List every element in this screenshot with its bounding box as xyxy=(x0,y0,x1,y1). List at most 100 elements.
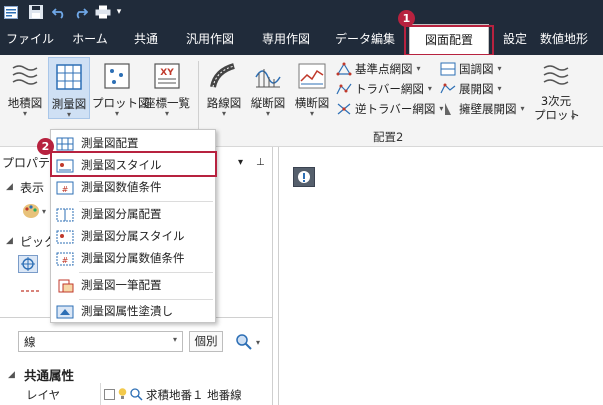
display-expander-icon[interactable]: ◢ xyxy=(6,182,13,192)
traverse-net-button[interactable]: トラバー網図 ▾ xyxy=(336,79,432,99)
menu-item-label: 測量図分属数値条件 xyxy=(81,251,185,265)
tab-file[interactable]: ファイル xyxy=(4,24,56,55)
display-section-label: 表示 xyxy=(20,181,45,195)
lot-map-button[interactable]: 地積図 ▾ xyxy=(4,57,46,119)
layer-type-select-value: 線 xyxy=(24,335,36,349)
survey-map-icon xyxy=(56,64,82,93)
survey-split-numeric-icon: # xyxy=(56,251,74,266)
palette-dropdown-icon[interactable]: ▾ xyxy=(42,207,46,216)
pin-icon[interactable]: ⊥ xyxy=(256,153,265,173)
tab-numeric-terrain[interactable]: 数値地形 xyxy=(540,24,603,55)
development-icon xyxy=(440,82,456,96)
callout-badge-2: 2 xyxy=(37,138,54,155)
menu-item-label: 測量図分属スタイル xyxy=(81,229,185,243)
drawing-canvas[interactable] xyxy=(278,147,603,405)
traverse-net-label: トラバー網図 xyxy=(355,82,424,96)
menu-item-label: 測量図属性塗潰し xyxy=(81,304,173,318)
common-attr-expander-icon[interactable]: ◢ xyxy=(8,370,15,380)
panel-menu-icon[interactable]: ▾ xyxy=(238,153,243,173)
survey-layout-icon xyxy=(56,136,74,151)
common-attr-header: 共通属性 xyxy=(24,368,75,383)
national-survey-icon xyxy=(440,62,456,76)
coord-list-icon-text: XY xyxy=(160,68,174,78)
plot-map-icon xyxy=(104,63,130,92)
survey-split-layout-icon xyxy=(56,207,74,222)
layer-search-icon[interactable] xyxy=(130,388,143,404)
ribbon-group-label: 配置2 xyxy=(373,130,404,144)
pick-tool-icon[interactable] xyxy=(18,255,38,273)
tab-common[interactable]: 共通 xyxy=(124,24,168,55)
national-survey-label: 国調図 xyxy=(459,62,494,76)
svg-text:#: # xyxy=(62,256,69,265)
development-button[interactable]: 展開図 ▾ xyxy=(440,79,502,99)
reverse-traverse-net-label: 逆トラバー網図 xyxy=(355,102,436,116)
reverse-traverse-net-icon xyxy=(336,102,352,116)
benchmark-net-button[interactable]: 基準点網図 ▾ xyxy=(336,59,421,79)
traverse-net-icon xyxy=(336,82,352,96)
traverse-net-dropdown-icon: ▾ xyxy=(427,84,432,93)
development-label: 展開図 xyxy=(459,82,494,96)
callout-highlight-menu-item xyxy=(50,151,217,177)
redo-icon[interactable] xyxy=(72,4,88,20)
plot3d-button[interactable]: 3次元 プロット xyxy=(534,57,580,122)
tab-settings[interactable]: 設定 xyxy=(496,24,534,55)
menu-item-label: 測量図数値条件 xyxy=(81,180,162,194)
benchmark-net-dropdown-icon: ▾ xyxy=(416,64,421,73)
callout-highlight-tab xyxy=(404,25,494,56)
print-icon[interactable] xyxy=(94,4,112,20)
layer-visibility-checkbox[interactable] xyxy=(104,389,115,400)
individual-button[interactable]: 個別 xyxy=(189,331,223,352)
menu-item-survey-split-style[interactable]: 測量図分属スタイル xyxy=(51,225,215,247)
app-icon xyxy=(3,4,19,20)
info-icon[interactable] xyxy=(293,167,315,187)
layer-type-select-arrow-icon: ▾ xyxy=(172,335,177,344)
profile-map-button[interactable]: 縦断図 ▾ xyxy=(247,57,289,119)
national-survey-dropdown-icon: ▾ xyxy=(497,64,502,73)
retaining-wall-button[interactable]: 擁壁展開図 ▾ xyxy=(440,99,525,119)
tab-home[interactable]: ホーム xyxy=(64,24,116,55)
menu-item-survey-split-numeric[interactable]: # 測量図分属数値条件 xyxy=(51,247,215,269)
cross-map-dropdown-icon: ▾ xyxy=(309,109,314,118)
survey-map-dropdown-icon: ▾ xyxy=(66,110,71,119)
development-dropdown-icon: ▾ xyxy=(497,84,502,93)
save-icon[interactable] xyxy=(28,4,44,20)
palette-icon[interactable] xyxy=(22,203,40,222)
plot-map-button[interactable]: プロット図 ▾ xyxy=(92,57,150,119)
search-settings-dropdown-icon[interactable]: ▾ xyxy=(256,338,260,347)
reverse-traverse-net-button[interactable]: 逆トラバー網図 ▾ xyxy=(336,99,443,119)
undo-icon[interactable] xyxy=(51,4,67,20)
search-settings-icon[interactable] xyxy=(235,333,253,354)
lot-map-dropdown-icon: ▾ xyxy=(22,109,27,118)
menu-item-survey-split-layout[interactable]: 測量図分属配置 xyxy=(51,203,215,225)
survey-split-style-icon xyxy=(56,229,74,244)
cross-map-button[interactable]: 横断図 ▾ xyxy=(291,57,333,119)
profile-map-icon xyxy=(254,63,282,92)
menu-item-survey-single-lot[interactable]: 測量図一筆配置 xyxy=(51,274,215,296)
menu-item-label: 測量図分属配置 xyxy=(81,207,162,221)
property-grid-divider xyxy=(100,383,101,405)
menu-item-survey-attr-fill[interactable]: 測量図属性塗潰し xyxy=(51,300,215,322)
tab-general-drawing[interactable]: 汎用作図 xyxy=(176,24,244,55)
lot-map-icon xyxy=(11,63,39,92)
national-survey-button[interactable]: 国調図 ▾ xyxy=(440,59,502,79)
tab-data-edit[interactable]: データ編集 xyxy=(328,24,402,55)
callout-badge-1: 1 xyxy=(398,10,415,27)
tab-special-drawing[interactable]: 専用作図 xyxy=(252,24,320,55)
profile-map-dropdown-icon: ▾ xyxy=(265,109,270,118)
route-map-button[interactable]: 路線図 ▾ xyxy=(203,57,245,119)
cross-map-icon xyxy=(298,63,326,92)
customize-qat-icon[interactable]: ▾ xyxy=(114,4,124,20)
pick-line-icon[interactable] xyxy=(20,285,40,300)
coord-list-dropdown-icon: ▾ xyxy=(164,109,169,118)
route-map-icon xyxy=(210,63,238,92)
layer-bulb-icon[interactable] xyxy=(118,387,127,404)
benchmark-net-icon xyxy=(336,62,352,76)
retaining-wall-dropdown-icon: ▾ xyxy=(520,104,525,113)
layer-type-select[interactable]: 線 ▾ xyxy=(18,331,183,352)
coord-list-button[interactable]: XY 座標一覧 ▾ xyxy=(142,57,192,119)
pick-expander-icon[interactable]: ◢ xyxy=(6,236,13,246)
menu-item-survey-numeric[interactable]: # 測量図数値条件 xyxy=(51,176,215,198)
menu-separator xyxy=(79,201,213,202)
survey-map-button[interactable]: 測量図 ▾ xyxy=(48,57,90,119)
layer-row-label: レイヤ xyxy=(26,388,61,402)
